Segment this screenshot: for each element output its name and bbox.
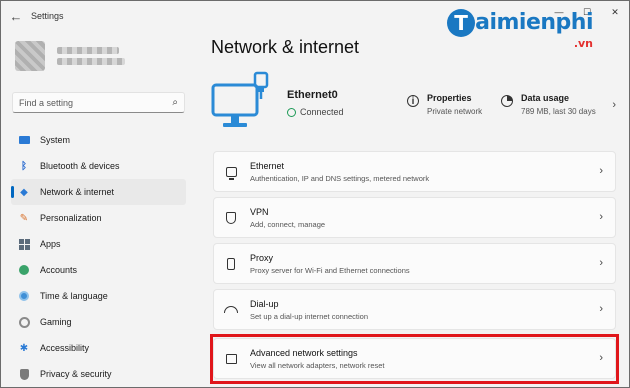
card-title: Advanced network settings <box>250 347 358 358</box>
app-title: Settings <box>31 11 64 21</box>
search-input[interactable] <box>19 97 173 108</box>
sidebar-item-label: Time & language <box>40 291 108 301</box>
data-usage-tile[interactable]: Data usage 789 MB, last 30 days <box>501 93 596 116</box>
proxy-card[interactable]: Proxy Proxy server for Wi-Fi and Etherne… <box>213 243 616 284</box>
sidebar-item-label: Accessibility <box>40 343 90 353</box>
watermark-logo: T aimienphi .vn <box>447 9 593 50</box>
properties-title: Properties <box>427 93 472 103</box>
dialup-card[interactable]: Dial-up Set up a dial-up internet connec… <box>213 289 616 330</box>
data-usage-icon <box>501 95 513 107</box>
dialup-icon <box>223 306 239 313</box>
sidebar-item-label: System <box>40 135 71 145</box>
chevron-right-icon: › <box>599 257 603 269</box>
vpn-shield-icon <box>223 211 239 224</box>
globe-icon <box>287 107 296 117</box>
card-subtitle: Add, connect, manage <box>250 219 326 229</box>
sidebar-item-personalization[interactable]: ✎ Personalization <box>11 205 186 231</box>
watermark-t-badge: T <box>447 9 476 37</box>
brush-icon: ✎ <box>19 212 29 224</box>
system-icon <box>17 133 31 147</box>
search-icon[interactable]: ⌕ <box>172 97 178 108</box>
chevron-right-icon: › <box>599 352 603 364</box>
apps-icon <box>17 237 31 251</box>
sidebar-item-network[interactable]: ◆ Network & internet <box>11 179 186 205</box>
accessibility-icon: ✱ <box>19 342 29 354</box>
chevron-right-icon: › <box>599 211 603 223</box>
bluetooth-icon: ᛒ <box>21 160 27 172</box>
sidebar-nav: System ᛒ Bluetooth & devices ◆ Network &… <box>11 127 186 387</box>
card-title: VPN <box>250 206 269 217</box>
sidebar-item-accounts[interactable]: Accounts <box>11 257 186 283</box>
data-usage-subtitle: 789 MB, last 30 days <box>521 107 596 116</box>
user-profile[interactable] <box>15 41 125 71</box>
connection-summary: Ethernet0 Connected i Properties Private… <box>211 71 616 137</box>
adapter-icon <box>223 353 239 364</box>
globe-clock-icon <box>17 289 31 303</box>
card-title: Ethernet <box>250 160 285 171</box>
sidebar-item-gaming[interactable]: Gaming <box>11 309 186 335</box>
card-subtitle: Proxy server for Wi-Fi and Ethernet conn… <box>250 265 410 275</box>
card-title: Dial-up <box>250 298 279 309</box>
shield-icon <box>17 367 31 381</box>
back-arrow-icon[interactable]: ← <box>1 1 31 31</box>
vpn-card[interactable]: VPN Add, connect, manage › <box>213 197 616 238</box>
sidebar-item-label: Network & internet <box>40 187 115 197</box>
sidebar-item-apps[interactable]: Apps <box>11 231 186 257</box>
ethernet-card[interactable]: Ethernet Authentication, IP and DNS sett… <box>213 151 616 192</box>
sidebar-item-accessibility[interactable]: ✱ Accessibility <box>11 335 186 361</box>
advanced-network-settings-card[interactable]: Advanced network settings View all netwo… <box>213 338 616 379</box>
connection-status: Connected <box>287 107 344 117</box>
card-title: Proxy <box>250 252 274 263</box>
card-subtitle: Authentication, IP and DNS settings, met… <box>250 173 430 183</box>
sidebar-item-label: Gaming <box>40 317 72 327</box>
info-icon: i <box>407 95 419 107</box>
properties-tile[interactable]: i Properties Private network <box>407 93 482 116</box>
ethernet-icon <box>223 166 239 180</box>
avatar <box>15 41 45 71</box>
close-button[interactable]: ✕ <box>601 1 629 23</box>
ethernet-pc-icon <box>211 71 269 127</box>
proxy-icon <box>223 257 239 270</box>
sidebar-item-time-language[interactable]: Time & language <box>11 283 186 309</box>
page-title: Network & internet <box>211 37 360 57</box>
sidebar-item-bluetooth[interactable]: ᛒ Bluetooth & devices <box>11 153 186 179</box>
chevron-right-icon: › <box>599 165 603 177</box>
connection-status-text: Connected <box>300 107 344 117</box>
search-box[interactable]: ⌕ <box>12 92 185 113</box>
sidebar-item-label: Accounts <box>40 265 78 275</box>
sidebar-item-label: Privacy & security <box>40 369 112 379</box>
data-usage-title: Data usage <box>521 93 570 103</box>
gaming-icon <box>17 315 31 329</box>
chevron-right-icon[interactable]: › <box>612 99 616 111</box>
network-icon: ◆ <box>20 186 28 198</box>
sidebar-item-label: Personalization <box>40 213 102 223</box>
properties-subtitle: Private network <box>427 107 483 116</box>
sidebar-item-label: Bluetooth & devices <box>40 161 120 171</box>
blurred-account-info <box>57 43 125 69</box>
card-subtitle: Set up a dial-up internet connection <box>250 311 368 321</box>
card-subtitle: View all network adapters, network reset <box>250 360 385 370</box>
sidebar-item-privacy[interactable]: Privacy & security <box>11 361 186 387</box>
accounts-icon <box>17 263 31 277</box>
sidebar-item-system[interactable]: System <box>11 127 186 153</box>
watermark-tld: .vn <box>573 37 593 50</box>
watermark-brand: aimienphi <box>475 10 593 35</box>
connection-name: Ethernet0 <box>287 89 338 101</box>
chevron-right-icon: › <box>599 303 603 315</box>
sidebar-item-label: Apps <box>40 239 61 249</box>
